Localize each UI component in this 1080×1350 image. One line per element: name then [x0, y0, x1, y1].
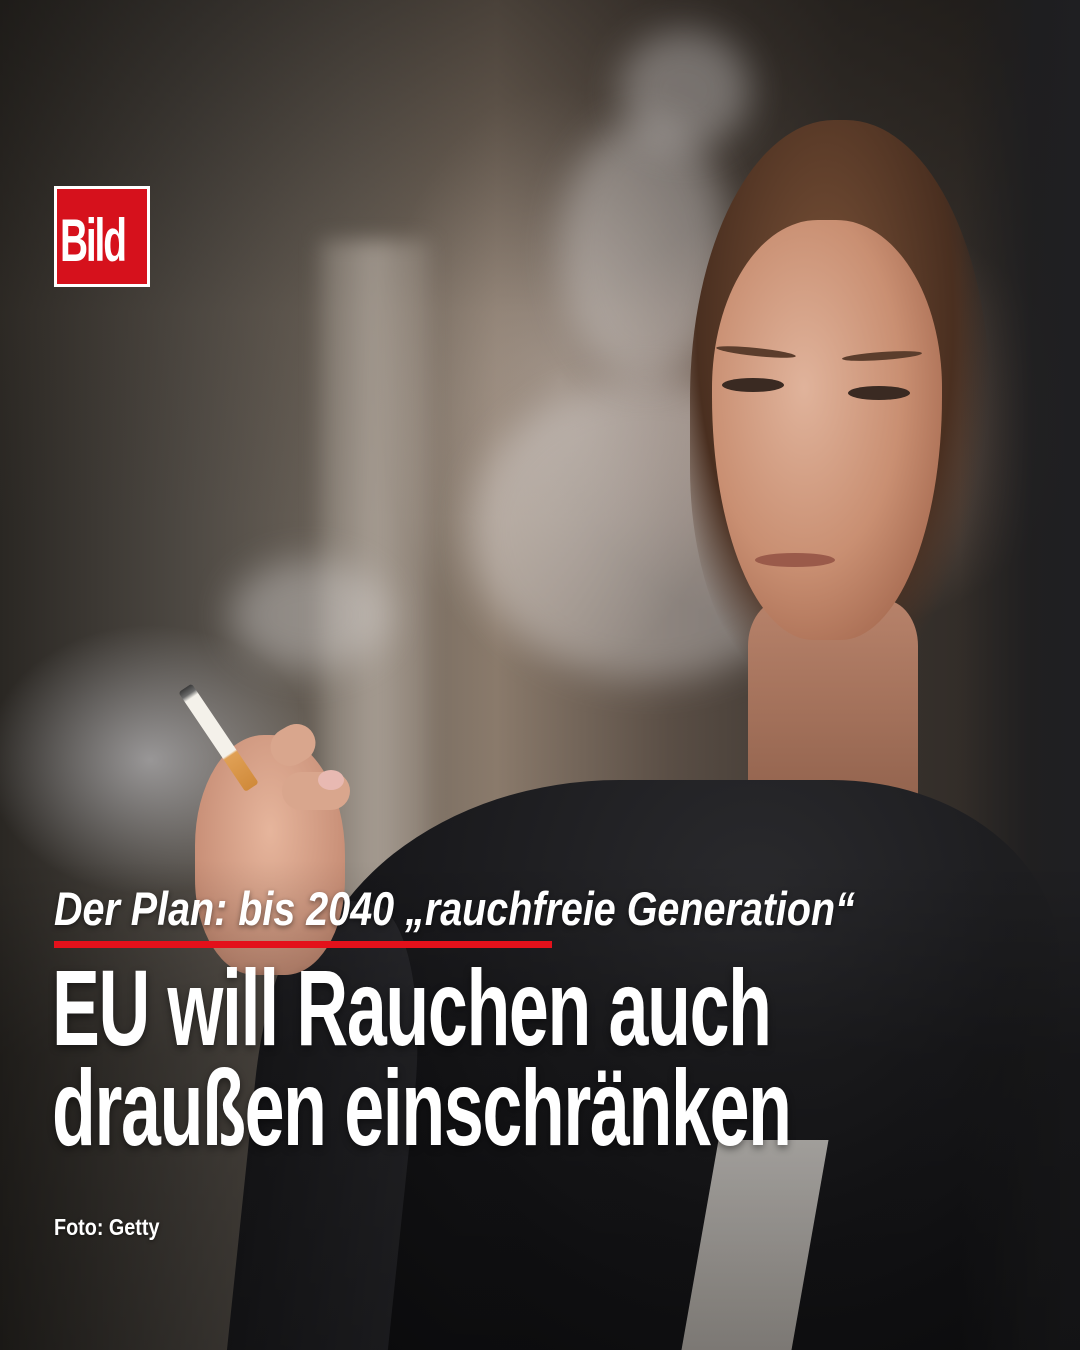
smoke-cloud	[230, 560, 390, 670]
woman-face	[712, 220, 942, 640]
headline: EU will Rauchen auch draußen einschränke…	[52, 947, 928, 1168]
headline-line: EU will Rauchen auch	[52, 947, 772, 1068]
bild-logo-text: Bild	[60, 207, 127, 275]
smoke-cloud	[620, 30, 750, 150]
kicker-line: Der Plan: bis 2040 „rauchfreie Generatio…	[54, 882, 855, 935]
social-post-card: Bild Der Plan: bis 2040 „rauchfreie Gene…	[0, 0, 1080, 1350]
fingernail	[318, 770, 344, 790]
headline-line: draußen einschränken	[52, 1047, 792, 1168]
woman-mouth	[755, 553, 835, 567]
photo-credit: Foto: Getty	[54, 1214, 160, 1240]
woman-eye	[722, 378, 784, 392]
woman-eye	[848, 386, 910, 400]
bild-logo: Bild	[54, 186, 150, 287]
